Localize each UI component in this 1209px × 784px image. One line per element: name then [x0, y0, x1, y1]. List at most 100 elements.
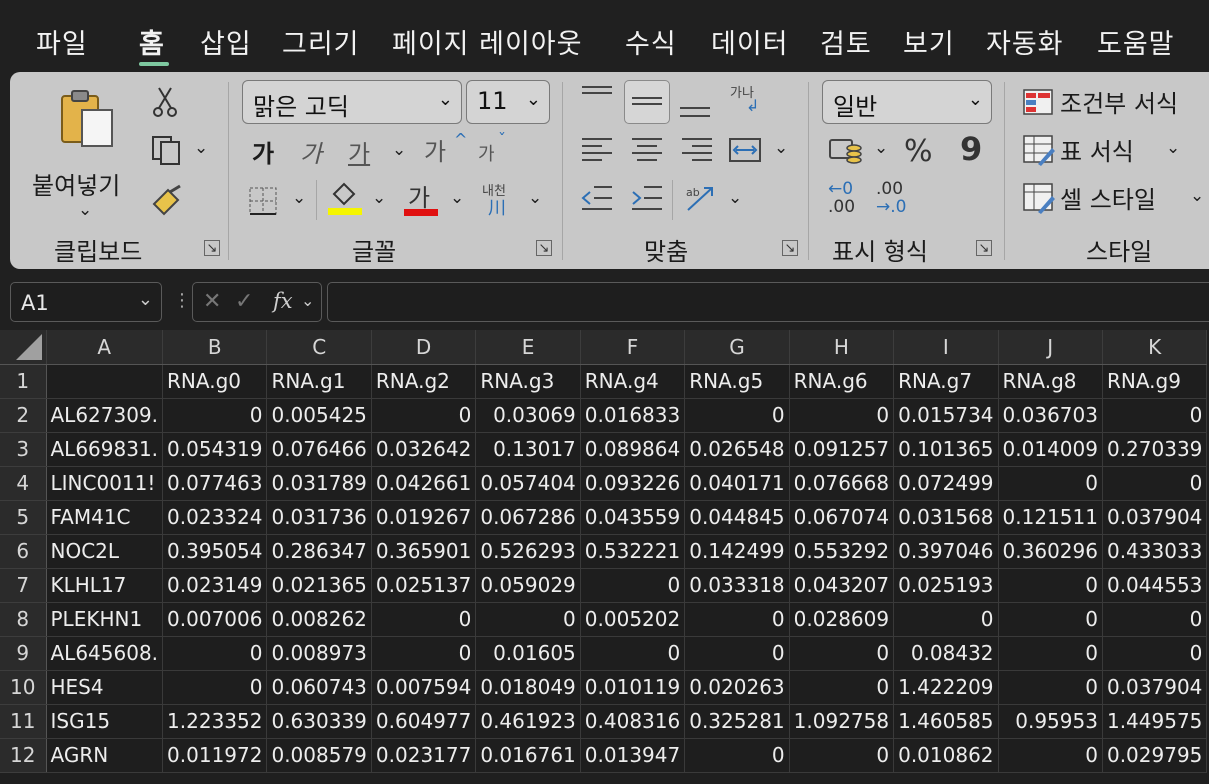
column-header[interactable]: B	[162, 330, 268, 365]
cell[interactable]: 0.044553	[1102, 568, 1208, 603]
tab-file[interactable]: 파일	[36, 22, 88, 61]
cell[interactable]: 0.031568	[893, 500, 999, 535]
cell[interactable]: 0.031789	[266, 466, 372, 501]
cell[interactable]: 0.072499	[893, 466, 999, 501]
cut-icon[interactable]	[151, 86, 179, 118]
cell[interactable]: 1.460585	[893, 704, 999, 739]
cell[interactable]: AL669831.	[46, 432, 164, 467]
cell[interactable]: 0	[789, 398, 895, 433]
cell[interactable]: 0	[580, 636, 686, 671]
paste-button[interactable]: 붙여넣기 ⌄	[30, 82, 140, 222]
column-header[interactable]: D	[371, 330, 477, 365]
cell[interactable]: 0	[684, 636, 790, 671]
row-header[interactable]: 1	[0, 364, 47, 399]
align-right-icon[interactable]	[680, 136, 714, 164]
cell[interactable]: RNA.g9	[1102, 364, 1208, 399]
phonetic-button[interactable]: 내천 川	[480, 180, 520, 220]
cell[interactable]: 0.325281	[684, 704, 790, 739]
cell[interactable]: 0.008262	[266, 602, 372, 637]
cell[interactable]: 0.037904	[1102, 500, 1208, 535]
column-header[interactable]: A	[46, 330, 164, 365]
cell[interactable]: 0.397046	[893, 534, 999, 569]
cell[interactable]: 0	[998, 466, 1103, 501]
cell[interactable]: 0.093226	[580, 466, 686, 501]
cell[interactable]: 1.223352	[162, 704, 268, 739]
cell[interactable]: 0.553292	[789, 534, 895, 569]
column-header[interactable]: J	[998, 330, 1103, 365]
insert-function-button[interactable]: fx	[273, 289, 293, 313]
tab-data[interactable]: 데이터	[711, 22, 789, 61]
cell[interactable]: 0.031736	[266, 500, 372, 535]
cell[interactable]: 0	[789, 670, 895, 705]
increase-font-button[interactable]: 가	[424, 132, 446, 167]
enter-icon[interactable]: ✓	[235, 289, 253, 314]
row-header[interactable]: 3	[0, 432, 47, 467]
cell[interactable]: 0.461923	[475, 704, 581, 739]
cell[interactable]: 0	[998, 568, 1103, 603]
cell[interactable]: 0.630339	[266, 704, 372, 739]
tab-draw[interactable]: 그리기	[282, 22, 360, 61]
fill-color-dropdown-icon[interactable]: ⌄	[372, 188, 386, 208]
number-launcher-icon[interactable]: ↘	[976, 240, 992, 256]
cell[interactable]: 0.032642	[371, 432, 477, 467]
cell[interactable]: 0	[371, 602, 477, 637]
cell[interactable]: 0.023149	[162, 568, 268, 603]
tab-formulas[interactable]: 수식	[625, 22, 677, 61]
cell[interactable]: 0.026548	[684, 432, 790, 467]
cell[interactable]: 0.057404	[475, 466, 581, 501]
cell[interactable]: 0.028609	[789, 602, 895, 637]
cell[interactable]: 0.023324	[162, 500, 268, 535]
row-header[interactable]: 9	[0, 636, 47, 671]
cell[interactable]: 0.005202	[580, 602, 686, 637]
row-header[interactable]: 11	[0, 704, 47, 739]
cell[interactable]	[46, 364, 164, 399]
cell[interactable]: RNA.g2	[371, 364, 477, 399]
cell[interactable]: 0	[371, 636, 477, 671]
column-header[interactable]: I	[893, 330, 999, 365]
cell[interactable]: 0.025137	[371, 568, 477, 603]
row-header[interactable]: 12	[0, 738, 47, 773]
cell[interactable]: RNA.g5	[684, 364, 790, 399]
font-name-select[interactable]: 맑은 고딕 ⌄	[242, 80, 462, 124]
underline-button[interactable]: 가	[348, 134, 370, 169]
copy-icon[interactable]	[150, 134, 182, 166]
cell[interactable]: 0.433033	[1102, 534, 1208, 569]
cell[interactable]: 0.01605	[475, 636, 581, 671]
cell[interactable]: 0.021365	[266, 568, 372, 603]
cell[interactable]: 0.13017	[475, 432, 581, 467]
row-header[interactable]: 2	[0, 398, 47, 433]
percent-button[interactable]: %	[904, 134, 933, 169]
cell[interactable]: 1.422209	[893, 670, 999, 705]
cell[interactable]: 0	[789, 636, 895, 671]
cell[interactable]: 0	[475, 602, 581, 637]
cell[interactable]: 0.007594	[371, 670, 477, 705]
cell[interactable]: 0	[1102, 398, 1208, 433]
phonetic-dropdown-icon[interactable]: ⌄	[528, 188, 542, 208]
cell[interactable]: 0.060743	[266, 670, 372, 705]
tab-home[interactable]: 홈	[139, 22, 165, 61]
cell[interactable]: RNA.g4	[580, 364, 686, 399]
tab-page-layout[interactable]: 페이지 레이아웃	[392, 22, 582, 61]
cell[interactable]: 0	[998, 602, 1103, 637]
cell[interactable]: 0.067286	[475, 500, 581, 535]
accounting-dropdown-icon[interactable]: ⌄	[874, 138, 888, 158]
cell-styles-button[interactable]: 셀 스타일 ⌄	[1020, 178, 1209, 218]
cancel-icon[interactable]: ✕	[203, 289, 221, 314]
font-color-button[interactable]: 가	[404, 178, 440, 218]
cell[interactable]: 0.008973	[266, 636, 372, 671]
cell[interactable]: 0.03069	[475, 398, 581, 433]
tab-insert[interactable]: 삽입	[200, 22, 252, 61]
cell[interactable]: 0	[162, 636, 268, 671]
decrease-indent-icon[interactable]	[580, 184, 614, 212]
cell[interactable]: RNA.g3	[475, 364, 581, 399]
comma-button[interactable]: 9	[960, 130, 982, 168]
column-header[interactable]: C	[266, 330, 372, 365]
cell[interactable]: 0.360296	[998, 534, 1103, 569]
cell[interactable]: 0.089864	[580, 432, 686, 467]
column-header[interactable]: K	[1102, 330, 1208, 365]
cell[interactable]: 0.018049	[475, 670, 581, 705]
cell[interactable]: 0.526293	[475, 534, 581, 569]
cell[interactable]: 0.059029	[475, 568, 581, 603]
cell[interactable]: 0.076466	[266, 432, 372, 467]
tab-view[interactable]: 보기	[903, 22, 955, 61]
